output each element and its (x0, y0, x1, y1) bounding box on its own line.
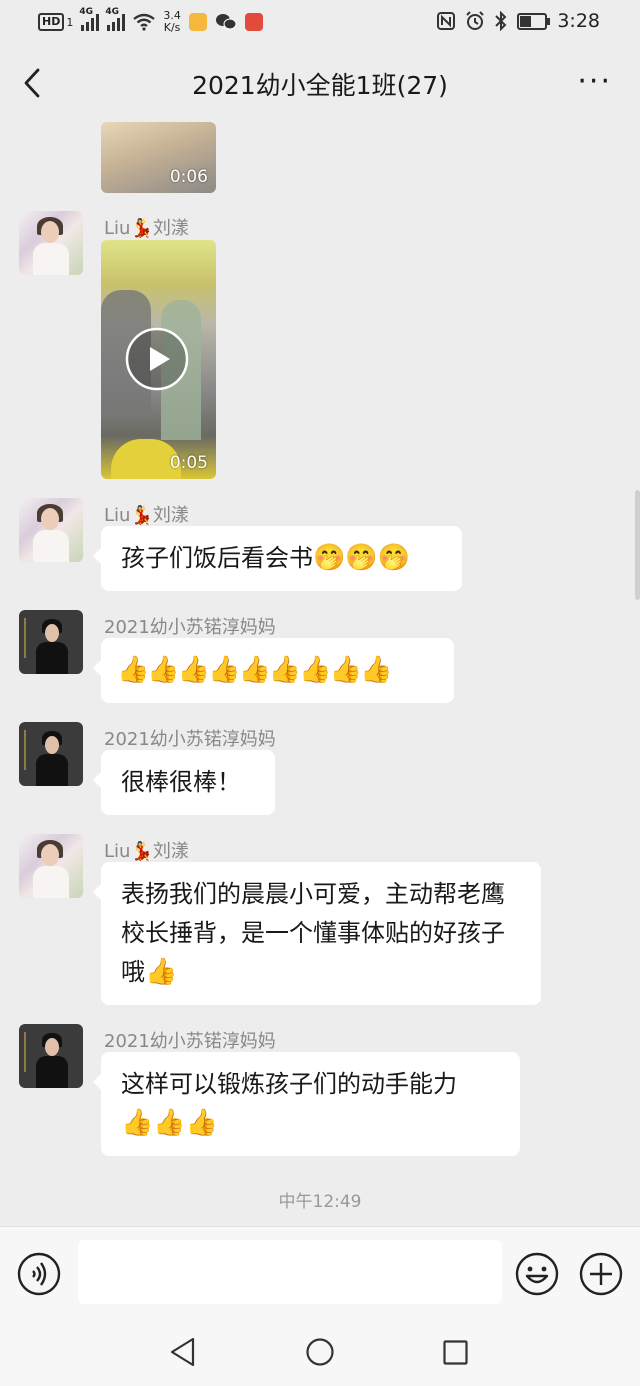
sender-name: Liu💃刘漾 (104, 505, 189, 526)
sender-name: 2021幼小苏锘淳妈妈 (104, 617, 276, 638)
system-nav-bar (0, 1316, 640, 1386)
avatar[interactable] (19, 1024, 83, 1088)
plus-icon[interactable] (579, 1252, 623, 1296)
avatar[interactable] (19, 834, 83, 898)
sender-name: 2021幼小苏锘淳妈妈 (104, 729, 276, 750)
system-recent-apps-icon[interactable] (443, 1340, 468, 1365)
network-speed: 3.4 K/s (163, 9, 181, 34)
chat-header: 2021幼小全能1班(27) ··· (0, 44, 640, 122)
back-icon[interactable] (18, 66, 50, 100)
signal-icon: 4G (79, 7, 100, 31)
status-bar: HD 1 4G 4G 3.4 K/s 3:28 (0, 0, 640, 44)
message-input[interactable] (78, 1240, 502, 1304)
avatar[interactable] (19, 610, 83, 674)
message-bubble[interactable]: 孩子们饭后看会书🤭🤭🤭 (93, 526, 462, 591)
scrollbar[interactable] (635, 490, 640, 600)
video-message[interactable]: 0:06 (101, 122, 216, 193)
alarm-icon (466, 11, 485, 30)
sim-label: 1 (66, 15, 74, 29)
video-duration: 0:06 (169, 167, 208, 187)
message-bubble[interactable]: 表扬我们的晨晨小可爱，主动帮老鹰校长捶背，是一个懂事体贴的好孩子哦👍 (93, 862, 541, 1005)
system-home-icon[interactable] (306, 1338, 334, 1366)
input-bar (0, 1226, 640, 1317)
wechat-icon (215, 14, 237, 30)
video-duration: 0:05 (169, 453, 208, 473)
chat-title: 2021幼小全能1班(27) (192, 71, 448, 100)
notification-app-icon (188, 13, 207, 31)
sender-name: Liu💃刘漾 (104, 218, 189, 239)
battery-icon (517, 12, 551, 30)
sender-name: Liu💃刘漾 (104, 841, 189, 862)
system-back-icon[interactable] (170, 1337, 196, 1367)
sender-name: 2021幼小苏锘淳妈妈 (104, 1031, 276, 1052)
emoji-icon[interactable] (515, 1252, 559, 1296)
message-bubble[interactable]: 很棒很棒！ (93, 750, 275, 815)
play-icon[interactable] (125, 327, 189, 391)
voice-icon[interactable] (17, 1252, 61, 1296)
video-message[interactable]: 0:05 (101, 240, 216, 479)
message-timestamp: 中午12:49 (278, 1192, 362, 1212)
avatar[interactable] (19, 211, 83, 275)
app-icon (244, 13, 263, 31)
nfc-icon (437, 12, 456, 30)
message-bubble[interactable]: 这样可以锻炼孩子们的动手能力 👍👍👍 (93, 1052, 520, 1156)
message-bubble[interactable]: 👍👍👍👍👍👍👍👍👍 (93, 638, 454, 703)
avatar[interactable] (19, 722, 83, 786)
clock: 3:28 (557, 10, 600, 32)
hd-icon: HD (38, 13, 65, 31)
avatar[interactable] (19, 498, 83, 562)
signal-icon-2: 4G (105, 7, 126, 31)
bluetooth-icon (495, 11, 507, 31)
wifi-icon (133, 13, 156, 31)
more-icon[interactable]: ··· (577, 67, 612, 97)
